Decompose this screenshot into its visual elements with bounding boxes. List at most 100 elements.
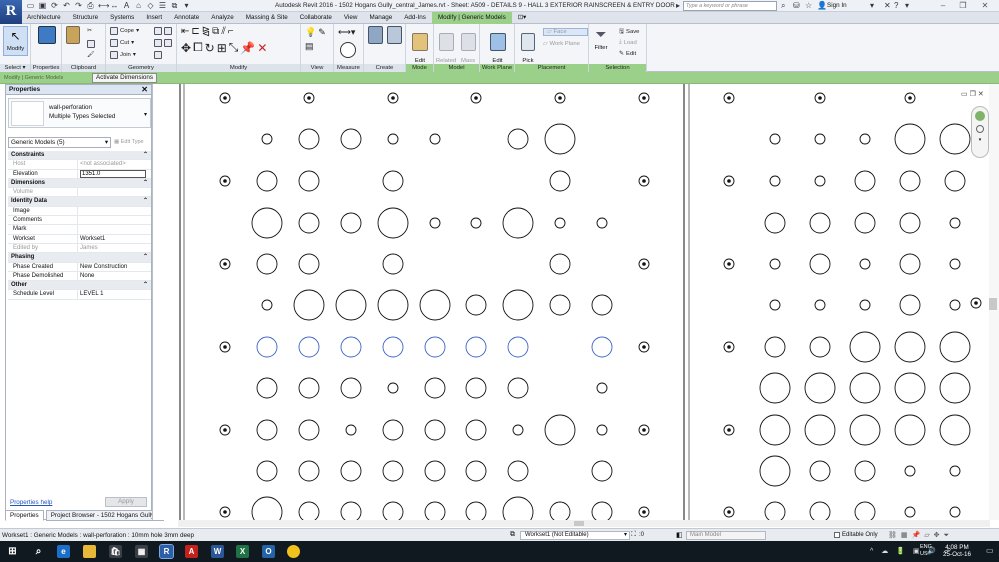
fixing-marker[interactable]	[908, 96, 912, 100]
type-selector[interactable]: wall-perforation Multiple Types Selected…	[8, 98, 151, 128]
perforation-circle[interactable]	[465, 377, 487, 399]
property-row[interactable]: Mark	[8, 225, 151, 235]
fixing-marker[interactable]	[727, 428, 731, 432]
perforation-circle[interactable]	[502, 496, 534, 528]
perforation-circle[interactable]	[256, 377, 278, 399]
checkbox-icon[interactable]	[834, 532, 840, 538]
hide-icon[interactable]: 💡	[305, 27, 316, 38]
chrome-icon[interactable]	[287, 545, 300, 558]
tab-properties[interactable]: Properties	[5, 510, 44, 521]
property-value[interactable]: New Construction	[78, 263, 151, 271]
delete-icon[interactable]: ✕	[257, 41, 267, 55]
perforation-circle[interactable]	[251, 207, 283, 239]
mirror-axis-icon[interactable]: ⧎	[202, 26, 210, 37]
clock[interactable]: 4:08 PM 25-Oct-16	[943, 544, 971, 558]
steering-wheel-icon[interactable]	[975, 111, 985, 121]
property-row[interactable]: Edited by James	[8, 243, 151, 254]
fixing-marker[interactable]	[642, 510, 646, 514]
properties-button[interactable]	[37, 26, 57, 45]
property-value[interactable]	[78, 216, 151, 224]
perforation-circle[interactable]	[298, 128, 320, 150]
join-button[interactable]: Join ▾	[110, 51, 136, 59]
perforation-circle[interactable]	[939, 372, 971, 404]
editable-only-toggle[interactable]: Editable Only	[834, 532, 878, 538]
fixing-marker[interactable]	[223, 96, 227, 100]
perforation-circle[interactable]	[764, 501, 786, 523]
tab-view[interactable]: View	[338, 12, 364, 24]
perforation-circle[interactable]	[382, 419, 404, 441]
fixing-marker[interactable]	[474, 96, 478, 100]
sheet-view[interactable]	[153, 84, 999, 528]
perforation-circle[interactable]	[899, 253, 921, 275]
perforation-circle[interactable]	[809, 501, 831, 523]
search-input[interactable]: Type a keyword or phrase	[683, 1, 777, 11]
array-icon[interactable]: ⊞	[217, 41, 227, 55]
property-row[interactable]: Host <not associated>	[8, 160, 151, 170]
perforation-circle[interactable]	[894, 414, 926, 446]
perforation-circle[interactable]	[849, 331, 881, 363]
perforation-circle[interactable]	[507, 128, 529, 150]
perforation-circle[interactable]	[256, 253, 278, 275]
property-row[interactable]: Elevation	[8, 169, 151, 179]
perforation-circle[interactable]	[293, 289, 325, 321]
fixing-marker[interactable]	[727, 96, 731, 100]
worksets-icon[interactable]: ⧉	[510, 531, 515, 539]
fixing-marker[interactable]	[223, 345, 227, 349]
language-indicator[interactable]: ENG US	[920, 544, 932, 558]
cut-button[interactable]: ✂	[87, 28, 92, 34]
category-filter-select[interactable]: Generic Models (5) ▾	[8, 137, 111, 148]
selected-perforation[interactable]	[382, 336, 404, 358]
property-category[interactable]: Other ⌃	[8, 281, 151, 291]
perforation-circle[interactable]	[424, 377, 446, 399]
perforation-circle[interactable]	[507, 460, 529, 482]
fixing-marker[interactable]	[223, 262, 227, 266]
place-work-plane-button[interactable]: ▱ Work Plane	[543, 41, 580, 47]
edit-selection-button[interactable]: ✎ Edit	[619, 51, 636, 57]
perforation-circle[interactable]	[596, 217, 608, 229]
perforation-circle[interactable]	[507, 377, 529, 399]
perforation-circle[interactable]	[298, 501, 320, 523]
perforation-circle[interactable]	[419, 289, 451, 321]
property-value[interactable]: None	[78, 272, 151, 280]
fixing-marker[interactable]	[727, 345, 731, 349]
create-part-button[interactable]	[367, 26, 384, 45]
filter-button[interactable]: ⏷ Filter	[591, 26, 611, 52]
search-icon[interactable]: ⌕	[32, 545, 45, 558]
perforation-circle[interactable]	[465, 294, 487, 316]
perforation-circle[interactable]	[340, 377, 362, 399]
perforation-circle[interactable]	[949, 299, 961, 311]
perforation-circle[interactable]	[382, 501, 404, 523]
selected-perforation[interactable]	[340, 336, 362, 358]
perforation-circle[interactable]	[854, 460, 876, 482]
tab-massing-site[interactable]: Massing & Site	[240, 12, 294, 24]
horizontal-scrollbar[interactable]	[178, 520, 990, 527]
perforation-circle[interactable]	[465, 419, 487, 441]
select-group-label[interactable]: Select ▾	[0, 64, 30, 72]
tab-annotate[interactable]: Annotate	[168, 12, 205, 24]
perforation-circle[interactable]	[298, 212, 320, 234]
perforation-circle[interactable]	[769, 133, 781, 145]
scale-icon[interactable]: ⤡	[229, 40, 239, 55]
restore-icon[interactable]: ❐	[955, 0, 971, 12]
property-value[interactable]: Workset1	[78, 235, 151, 243]
paste-button[interactable]	[65, 26, 81, 45]
collapse-icon[interactable]: ⌃	[143, 281, 148, 289]
perforation-circle[interactable]	[335, 289, 367, 321]
perforation-circle[interactable]	[470, 217, 482, 229]
tab-add-ins[interactable]: Add-Ins	[398, 12, 432, 24]
perforation-circle[interactable]	[424, 419, 446, 441]
close-icon[interactable]: ✕	[141, 85, 148, 94]
perforation-circle[interactable]	[345, 424, 357, 436]
fixing-marker[interactable]	[642, 428, 646, 432]
save-icon[interactable]: ▣	[38, 1, 47, 10]
acrobat-icon[interactable]: A	[185, 545, 198, 558]
selected-perforation[interactable]	[507, 336, 529, 358]
restore-view-icon[interactable]: ❐	[970, 91, 976, 98]
perforation-circle[interactable]	[949, 217, 961, 229]
perforation-circle[interactable]	[859, 299, 871, 311]
perforation-circle[interactable]	[814, 133, 826, 145]
perforation-circle[interactable]	[256, 170, 278, 192]
perforation-circle[interactable]	[251, 496, 283, 528]
modify-button[interactable]: ↖ Modify	[3, 26, 28, 56]
perforation-circle[interactable]	[298, 170, 320, 192]
